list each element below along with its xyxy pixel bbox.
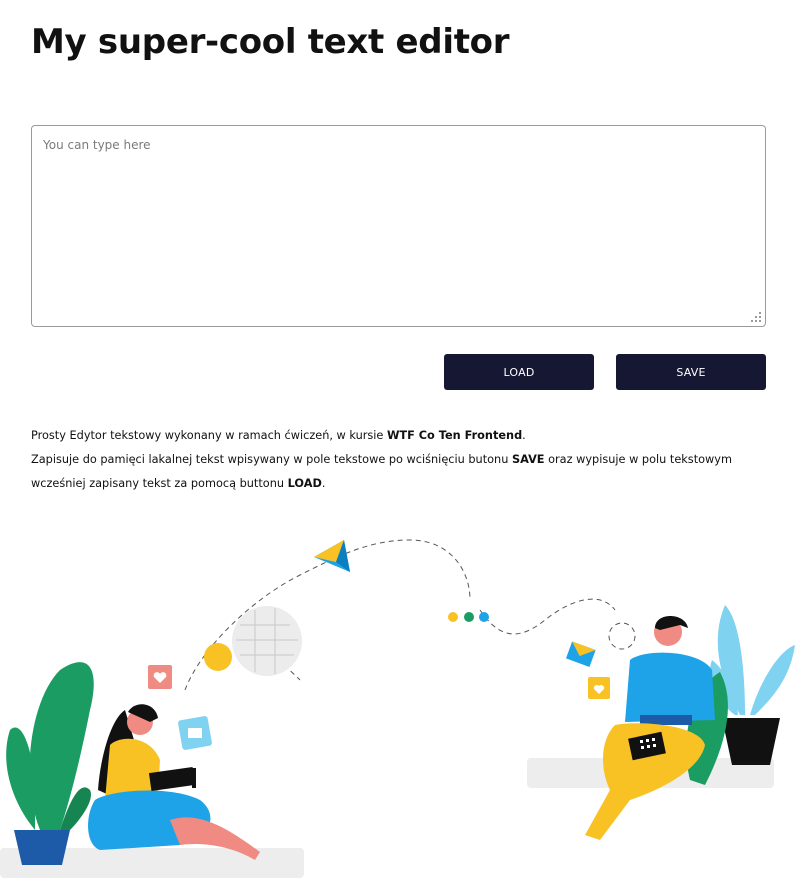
description-text: wcześniej zapisany tekst za pomocą butto… bbox=[31, 477, 288, 490]
description: Prosty Edytor tekstowy wykonany w ramach… bbox=[31, 424, 771, 496]
heart-badge-icon bbox=[588, 677, 610, 699]
description-line-3: wcześniej zapisany tekst za pomocą butto… bbox=[31, 472, 771, 496]
course-name: WTF Co Ten Frontend bbox=[386, 429, 523, 442]
text-editor-container bbox=[31, 125, 766, 327]
page-title: My super-cool text editor bbox=[31, 22, 510, 62]
paper-plane-icon bbox=[314, 540, 350, 572]
plant-left bbox=[6, 662, 94, 865]
load-button[interactable]: LOAD bbox=[444, 354, 594, 390]
description-line-2: Zapisuje do pamięci lakalnej tekst wpisy… bbox=[31, 448, 771, 472]
page: My super-cool text editor LOAD SAVE Pros… bbox=[0, 0, 797, 892]
people-working-illustration bbox=[0, 539, 795, 878]
resize-handle-icon[interactable] bbox=[751, 312, 762, 323]
description-text: . bbox=[321, 477, 326, 490]
description-text: Zapisuje do pamięci lakalnej tekst wpisy… bbox=[31, 453, 512, 466]
description-text: . bbox=[522, 429, 526, 442]
load-keyword: LOAD bbox=[287, 477, 322, 490]
woman-with-laptop bbox=[88, 704, 260, 860]
heart-badge-icon bbox=[148, 665, 172, 689]
save-keyword: SAVE bbox=[511, 453, 545, 466]
like-badge-icon bbox=[178, 716, 212, 750]
description-line-1: Prosty Edytor tekstowy wykonany w ramach… bbox=[31, 424, 771, 448]
envelope-icon bbox=[565, 641, 596, 667]
description-text: oraz wypisuje w polu tekstowym bbox=[544, 453, 732, 466]
save-button[interactable]: SAVE bbox=[616, 354, 766, 390]
description-text: Prosty Edytor tekstowy wykonany w ramach… bbox=[31, 429, 387, 442]
text-editor-textarea[interactable] bbox=[32, 126, 765, 326]
